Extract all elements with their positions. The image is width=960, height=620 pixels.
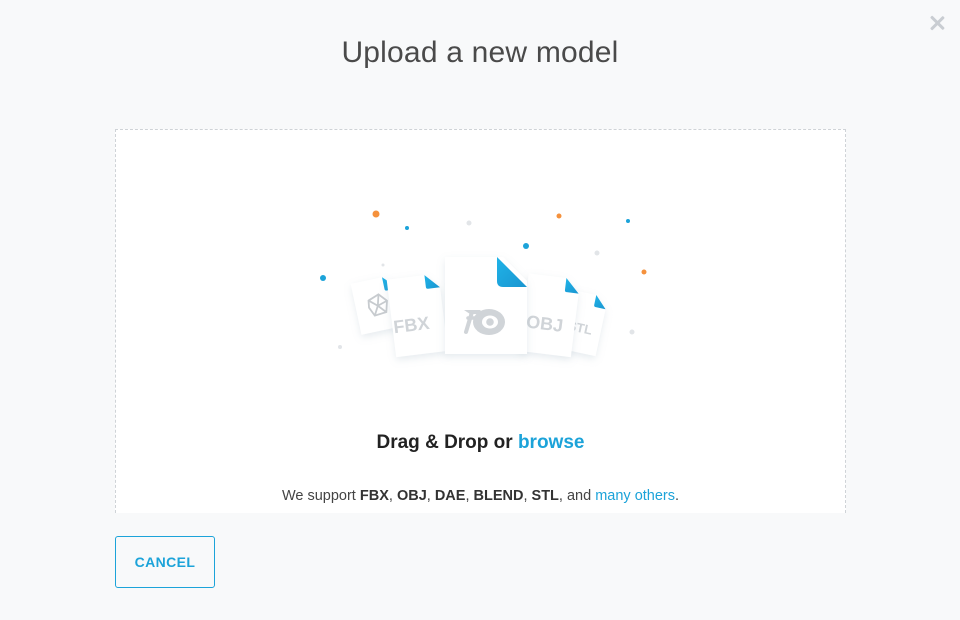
blender-file-icon [445, 257, 527, 354]
separator: , [523, 488, 532, 504]
separator: , [388, 488, 397, 504]
browse-link[interactable]: browse [518, 432, 585, 453]
fbx-file-icon: FBX [386, 275, 448, 358]
support-prefix: We support [281, 488, 360, 504]
support-and: , and [558, 488, 596, 504]
format-dae: DAE [434, 488, 466, 504]
drag-drop-text: Drag & Drop or [376, 432, 518, 453]
upload-dropzone[interactable]: FBX STL OBJ Drag & Drop or browse We sup… [115, 129, 846, 513]
supported-formats-text: We support FBX, OBJ, DAE, BLEND, STL, an… [116, 488, 845, 504]
format-stl: STL [531, 488, 559, 504]
separator: , [465, 488, 474, 504]
close-icon[interactable] [928, 14, 946, 32]
format-fbx: FBX [359, 488, 389, 504]
obj-file-icon: OBJ [519, 273, 579, 358]
dropzone-heading: Drag & Drop or browse [116, 432, 845, 454]
modal-title: Upload a new model [341, 36, 619, 69]
support-suffix: . [675, 488, 680, 504]
format-blend: BLEND [473, 488, 524, 504]
separator: , [426, 488, 435, 504]
file-formats-illustration: FBX STL OBJ [320, 210, 647, 358]
cancel-button[interactable]: CANCEL [115, 536, 215, 588]
many-others-link[interactable]: many others [595, 488, 675, 504]
format-obj: OBJ [396, 488, 427, 504]
